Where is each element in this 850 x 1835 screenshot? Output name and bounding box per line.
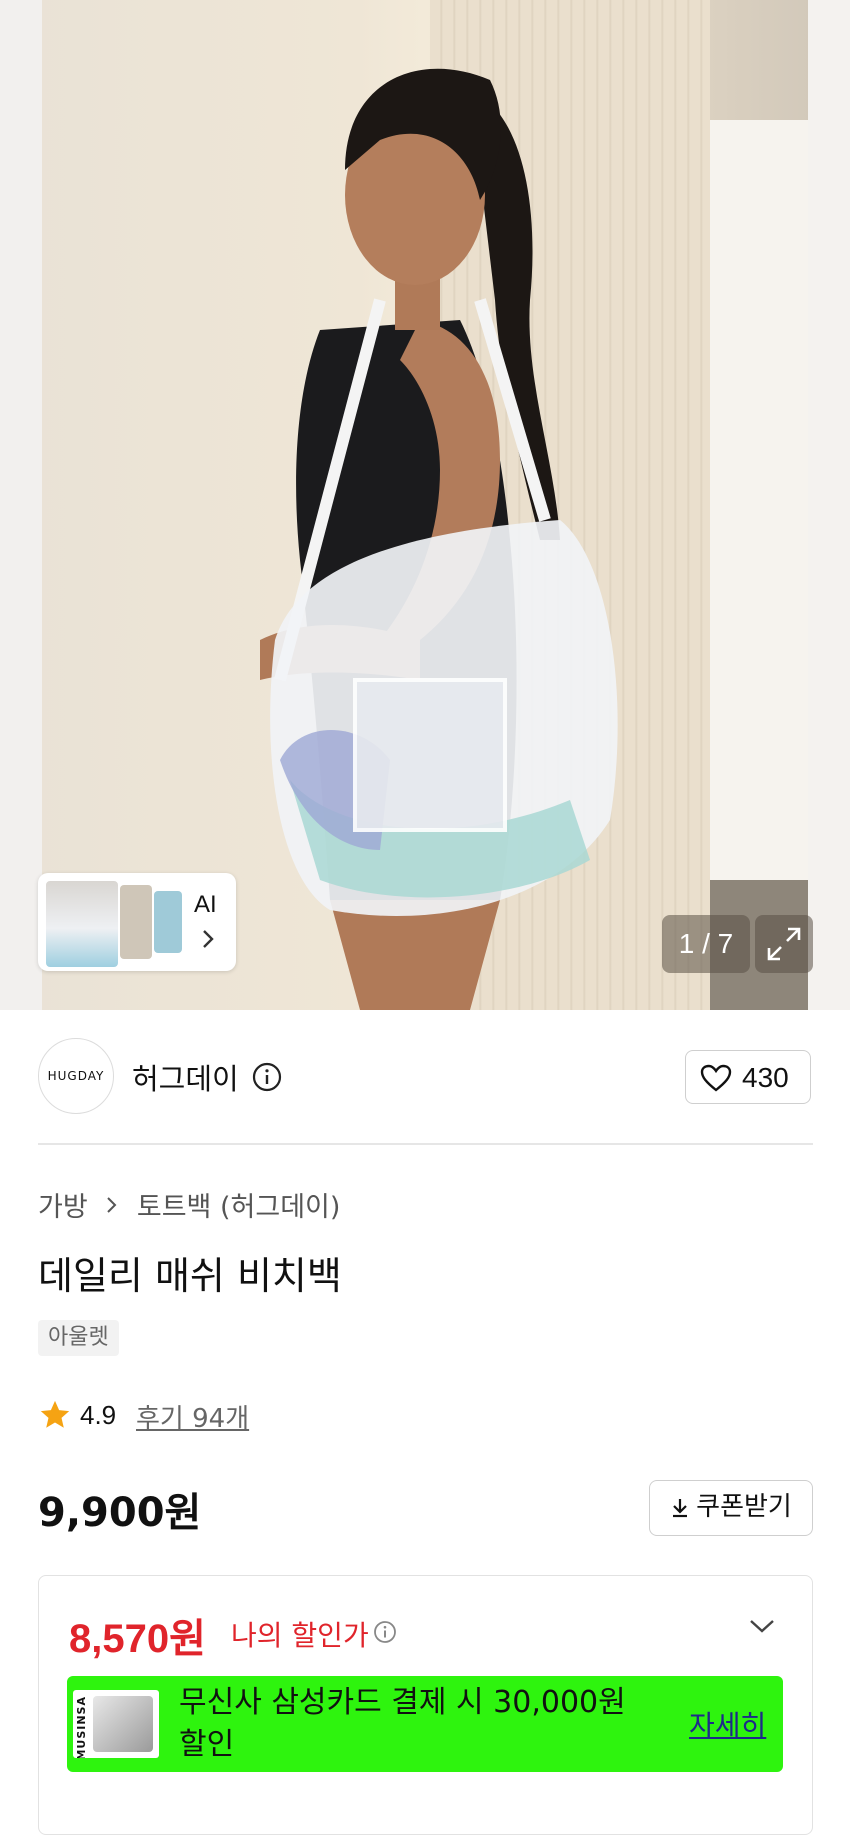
info-icon[interactable] [373,1620,397,1644]
expand-icon [767,927,801,961]
card-graphic [93,1696,153,1752]
card-image: MUSINSA [73,1690,159,1758]
star-icon [40,1400,70,1428]
card-label: MUSINSA [75,1696,88,1758]
product-price: 9,900원 [38,1490,202,1536]
discount-price: 8,570원 [69,1617,206,1661]
outlet-tag: 아울렛 [38,1320,119,1356]
breadcrumb-subcategory[interactable]: 토트백 (허그데이) [137,1192,341,1223]
divider [38,1143,813,1145]
brand-row: HUGDAY 허그데이 430 [38,1038,813,1118]
image-counter: 1 / 7 [662,915,750,973]
coupon-button[interactable]: 쿠폰받기 [649,1480,813,1536]
like-button[interactable]: 430 [685,1050,811,1104]
discount-label: 나의 할인가 [231,1619,369,1652]
thumbnail-image [120,885,152,959]
thumbnail-image [154,891,182,953]
coupon-button-label: 쿠폰받기 [696,1492,792,1522]
discount-panel: 8,570원 나의 할인가 MUSINSA 무신사 삼성카드 결제 시 30,0… [38,1575,813,1835]
brand-logo[interactable]: HUGDAY [38,1038,114,1114]
product-title: 데일리 매쉬 비치백 [38,1254,342,1298]
model-with-bag-illustration [260,68,618,1010]
expand-button[interactable] [755,915,813,973]
chevron-right-icon [107,1196,117,1213]
info-icon[interactable] [252,1062,282,1092]
chevron-right-icon [203,930,214,948]
promo-text: 무신사 삼성카드 결제 시 30,000원 할인 [179,1685,626,1762]
ai-label: AI [194,891,217,918]
card-promo-banner[interactable]: MUSINSA 무신사 삼성카드 결제 시 30,000원 할인 자세히 [67,1676,783,1772]
product-image[interactable]: AI 1 / 7 [0,0,850,1010]
heart-icon [700,1064,732,1092]
breadcrumb-category[interactable]: 가방 [38,1192,88,1223]
brand-name[interactable]: 허그데이 [132,1056,239,1098]
rating-score: 4.9 [80,1400,117,1430]
like-count: 430 [742,1062,789,1093]
chevron-down-icon[interactable] [749,1618,775,1634]
ai-thumbnail-card[interactable]: AI [38,873,236,971]
promo-details-link[interactable]: 자세히 [689,1704,766,1744]
thumbnail-image [44,879,120,969]
download-icon [673,1498,688,1517]
reviews-link[interactable]: 후기 94개 [136,1398,249,1435]
breadcrumb: 가방 토트백 (허그데이) [38,1185,340,1224]
